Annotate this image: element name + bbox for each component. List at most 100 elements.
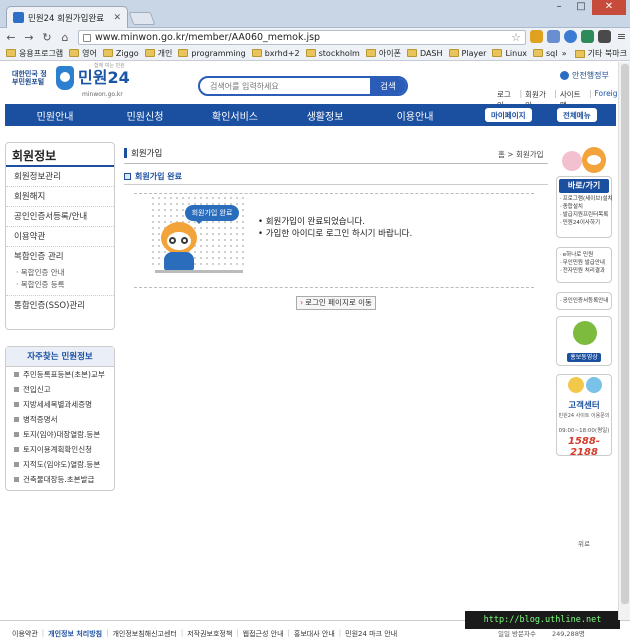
bookmark-item[interactable]: bxrhd+2 xyxy=(251,49,300,58)
footer-link[interactable]: 개인정보 처리방침 xyxy=(48,629,102,639)
tab-close-icon[interactable]: ✕ xyxy=(113,13,121,23)
bookmark-item[interactable]: Ziggo xyxy=(102,49,139,58)
back-icon[interactable]: ← xyxy=(4,31,18,44)
nav-item[interactable]: 확인서비스 xyxy=(190,108,280,123)
sidebar-subitem[interactable]: · 복합인증 안내 xyxy=(6,267,114,279)
visitor-counter: 일일 방문자수 249,288명 xyxy=(498,630,585,638)
mascot-floor xyxy=(155,270,243,273)
extension-icon[interactable] xyxy=(564,30,577,43)
scrollbar-thumb[interactable] xyxy=(621,64,629,604)
shortcut-link[interactable]: 프로그램(세이브)설치 xyxy=(557,195,613,203)
footer-link[interactable]: 웹접근성 안내 xyxy=(243,629,284,639)
footer-links: 이용약관 | 개인정보 처리방침 | 개인정보침해신고센터 | 저작권보호정책 | 웹접… xyxy=(12,629,398,639)
favorite-item[interactable]: 전입신고 xyxy=(6,382,114,397)
shortcut-link[interactable]: 종합설치 xyxy=(557,203,611,211)
footer-link[interactable]: 민원24 마크 안내 xyxy=(345,629,397,639)
favorite-item[interactable]: 병적증명서 xyxy=(6,412,114,427)
folder-icon xyxy=(365,49,376,57)
footer-link[interactable]: 개인정보침해신고센터 xyxy=(112,629,176,639)
footer-link[interactable]: 이용약관 xyxy=(12,629,38,639)
reload-icon[interactable]: ↻ xyxy=(40,31,54,44)
nav-item[interactable]: 민원안내 xyxy=(10,108,100,123)
site-search: 검색 xyxy=(198,76,408,96)
footer-link[interactable]: 저작권보호정책 xyxy=(187,629,232,639)
sidebar-item[interactable]: 회원정보관리 xyxy=(6,167,114,187)
sidebar-item[interactable]: 이용약관 xyxy=(6,227,114,247)
service-link[interactable]: 무인민원 발급안내 xyxy=(557,259,611,267)
url-text: www.minwon.go.kr/member/AA060_memok.jsp xyxy=(95,32,321,43)
bookmark-item[interactable]: Player xyxy=(448,49,486,58)
bookmarks-bar: 응용프로그램 영어 Ziggo 개인 programming bxrhd+2 s… xyxy=(0,46,630,61)
extension-icon[interactable] xyxy=(547,30,560,43)
bookmark-item[interactable]: programming xyxy=(178,49,246,58)
nav-item[interactable]: 민원신청 xyxy=(100,108,190,123)
bullet-icon xyxy=(14,387,19,392)
bookmark-item[interactable]: 응용프로그램 xyxy=(6,48,63,59)
favorite-item[interactable]: 토지(임야)대장열람.등본 xyxy=(6,427,114,442)
browser-tab[interactable]: 민원24 회원가입완료 ✕ xyxy=(6,6,128,28)
bookmark-item[interactable]: 아이폰 xyxy=(365,48,401,59)
nav-item[interactable]: 생활정보 xyxy=(280,108,370,123)
sidebar-item[interactable]: 회원해지 xyxy=(6,187,114,207)
shortcut-title: 바로/가기 xyxy=(559,179,609,193)
search-input[interactable] xyxy=(200,80,370,92)
home-icon[interactable]: ⌂ xyxy=(58,31,72,44)
bookmark-item[interactable]: DASH xyxy=(406,49,443,58)
bookmarks-more[interactable]: » xyxy=(562,46,567,60)
maximize-button[interactable]: □ xyxy=(570,0,592,15)
mypage-button[interactable]: 마이페이지 xyxy=(485,108,532,122)
breadcrumb-current: 회원가입 xyxy=(515,150,544,159)
site-logo[interactable]: 대한민국 정부민원포털 민원24 minwon.go.kr 함께 여는 민원 xyxy=(12,63,130,98)
bookmark-star-icon[interactable]: ☆ xyxy=(511,31,521,44)
new-tab-button[interactable] xyxy=(128,12,156,25)
back-to-top-link[interactable]: 위로 xyxy=(578,538,590,548)
sidebar-subitem[interactable]: · 복합인증 등록 xyxy=(6,279,114,296)
ministry-logo[interactable]: 안전행정부 xyxy=(560,70,609,81)
favorite-item[interactable]: 토지이용계획확인신청 xyxy=(6,442,114,457)
bookmark-item[interactable]: stockholm xyxy=(305,49,360,58)
folder-icon xyxy=(144,49,155,57)
extension-icon[interactable] xyxy=(530,30,543,43)
nav-item[interactable]: 이용안내 xyxy=(370,108,460,123)
all-menu-button[interactable]: 전체메뉴 xyxy=(557,108,597,122)
member-sidebar: 회원정보 회원정보관리 회원해지 공인인증서등록/안내 이용약관 복합인증 관리… xyxy=(5,142,115,330)
bookmark-item[interactable]: sql xyxy=(533,49,557,58)
breadcrumb-home[interactable]: 홈 xyxy=(498,150,505,159)
divider xyxy=(124,163,548,164)
extension-icon[interactable] xyxy=(598,30,611,43)
favorite-item[interactable]: 지방세세목별과세증명 xyxy=(6,397,114,412)
search-button[interactable]: 검색 xyxy=(370,78,406,94)
favorite-item[interactable]: 지적도(임야도)열람.등본 xyxy=(6,457,114,472)
go-to-login-button[interactable]: › 로그인 페이지로 이동 xyxy=(296,296,376,310)
address-bar[interactable]: www.minwon.go.kr/member/AA060_memok.jsp … xyxy=(78,30,526,45)
brand-domain: minwon.go.kr xyxy=(82,91,123,98)
window-close-button[interactable]: ✕ xyxy=(592,0,626,15)
other-bookmarks[interactable]: » 기타 북마크 xyxy=(562,46,627,60)
bookmark-item[interactable]: 개인 xyxy=(144,48,172,59)
sidebar-item[interactable]: 공인인증서등록/안내 xyxy=(6,207,114,227)
cert-guide-link[interactable]: 공인인증서등록안내 xyxy=(557,297,611,305)
shortcut-link[interactable]: 민원24이사하기 xyxy=(557,219,611,227)
menu-icon[interactable]: ≡ xyxy=(615,30,628,43)
bullet-icon xyxy=(14,402,19,407)
promo-video-banner[interactable]: 홍보동영상 xyxy=(556,316,612,366)
sidebar-item[interactable]: 통합인증(SSO)관리 xyxy=(6,296,114,316)
minimize-button[interactable]: – xyxy=(548,0,570,15)
ministry-emblem-icon xyxy=(560,71,569,80)
favorite-item[interactable]: 주민등록표등본(초본)교부 xyxy=(6,367,114,382)
vertical-scrollbar[interactable] xyxy=(618,62,630,620)
shortcut-link[interactable]: 발급지원프린터목록 xyxy=(557,211,611,219)
monster-icon xyxy=(573,321,597,345)
forward-icon[interactable]: → xyxy=(22,31,36,44)
favorites-box: 자주찾는 민원정보 주민등록표등본(초본)교부 전입신고 지방세세목별과세증명 … xyxy=(5,346,115,491)
extension-icon[interactable] xyxy=(581,30,594,43)
service-link[interactable]: 전자민원 처리결과 xyxy=(557,267,611,275)
service-link[interactable]: e하나로 민원 xyxy=(557,251,611,259)
blog-watermark: http://blog.uthline.net xyxy=(465,611,620,629)
bookmark-item[interactable]: Linux xyxy=(492,49,527,58)
bookmark-item[interactable]: 영어 xyxy=(69,48,97,59)
customer-center: 고객센터 민원24 사이트 이용문의 09:00~18:00(평일) 1588-… xyxy=(556,374,612,458)
footer-link[interactable]: 홍보대사 안내 xyxy=(294,629,335,639)
favorite-item[interactable]: 건축물대장등.초본발급 xyxy=(6,472,114,487)
sidebar-item[interactable]: 복합인증 관리 xyxy=(6,247,114,267)
